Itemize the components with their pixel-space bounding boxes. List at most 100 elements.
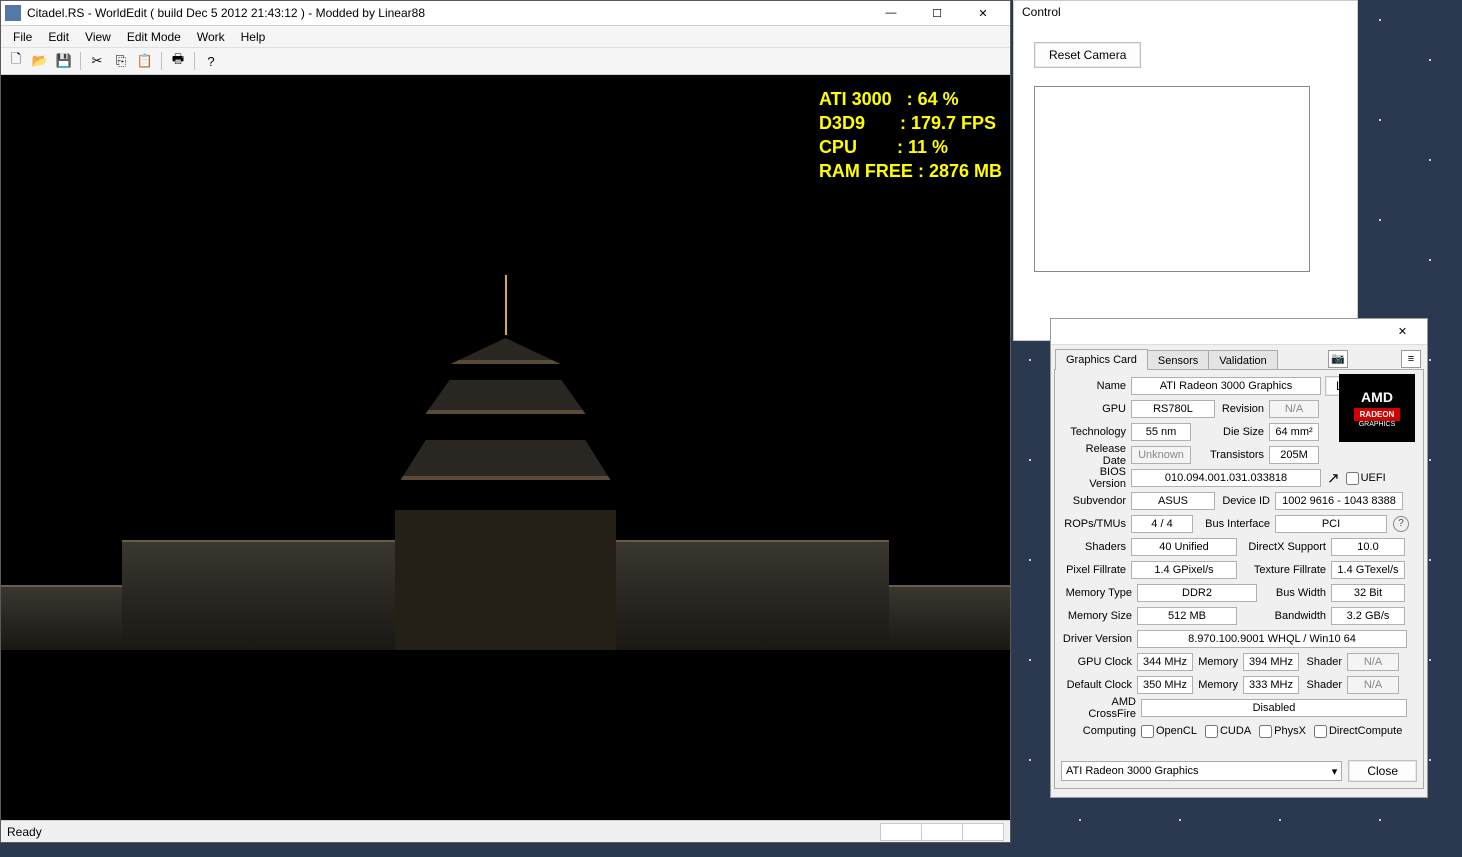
building	[268, 540, 415, 650]
tab-validation[interactable]: Validation	[1208, 350, 1278, 371]
tab-graphics-card[interactable]: Graphics Card	[1055, 349, 1148, 370]
label-bus-interface: Bus Interface	[1193, 518, 1275, 530]
field-memory-clock: 394 MHz	[1243, 653, 1299, 671]
field-device-id: 1002 9616 - 1043 8388	[1275, 492, 1403, 510]
help-icon[interactable]: ?	[1393, 516, 1409, 532]
opencl-checkbox[interactable]: OpenCL	[1141, 725, 1197, 738]
pagoda	[415, 330, 596, 650]
label-memory-type: Memory Type	[1061, 587, 1137, 599]
field-pixel-fillrate: 1.4 GPixel/s	[1131, 561, 1237, 579]
field-texture-fillrate: 1.4 GTexel/s	[1331, 561, 1405, 579]
field-revision: N/A	[1269, 400, 1319, 418]
field-rops: 4 / 4	[1131, 515, 1193, 533]
cut-icon[interactable]: ✂	[86, 50, 108, 72]
reset-camera-button[interactable]: Reset Camera	[1034, 42, 1141, 68]
field-default-shader: N/A	[1347, 676, 1399, 694]
field-shaders: 40 Unified	[1131, 538, 1237, 556]
open-icon[interactable]: 📂	[29, 50, 51, 72]
close-button[interactable]: ✕	[1380, 322, 1425, 342]
field-bandwidth: 3.2 GB/s	[1331, 607, 1405, 625]
label-rops: ROPs/TMUs	[1061, 518, 1131, 530]
control-canvas[interactable]	[1034, 86, 1310, 272]
label-texture-fillrate: Texture Fillrate	[1237, 564, 1331, 576]
field-directx: 10.0	[1331, 538, 1405, 556]
field-shader-clock: N/A	[1347, 653, 1399, 671]
gpu-selector[interactable]: ATI Radeon 3000 Graphics▾	[1061, 761, 1342, 781]
label-device-id: Device ID	[1215, 495, 1275, 507]
hamburger-icon[interactable]: ≡	[1401, 350, 1421, 368]
separator	[194, 52, 195, 70]
print-icon[interactable]: 🖶	[167, 50, 189, 72]
paste-icon[interactable]: 📋	[134, 50, 156, 72]
menu-help[interactable]: Help	[233, 28, 274, 46]
chevron-down-icon: ▾	[1332, 765, 1338, 778]
viewport-3d[interactable]: ATI 3000 : 64 % D3D9 : 179.7 FPS CPU : 1…	[1, 75, 1010, 820]
status-pane	[962, 823, 1004, 841]
label-release-date: Release Date	[1061, 443, 1131, 467]
status-bar: Ready	[1, 820, 1010, 842]
label-revision: Revision	[1215, 403, 1269, 415]
separator	[80, 52, 81, 70]
camera-icon[interactable]: 📷	[1328, 350, 1348, 368]
label-default-memory: Memory	[1193, 679, 1243, 691]
label-driver-version: Driver Version	[1061, 633, 1137, 645]
scene-geometry	[1, 310, 1010, 650]
label-shaders: Shaders	[1061, 541, 1131, 553]
new-icon[interactable]: 🗋	[5, 50, 27, 72]
field-bus-interface: PCI	[1275, 515, 1387, 533]
label-default-clock: Default Clock	[1061, 679, 1137, 691]
save-icon[interactable]: 💾	[53, 50, 75, 72]
building	[889, 585, 1010, 650]
uefi-checkbox[interactable]: UEFI	[1346, 472, 1386, 485]
app-icon	[5, 5, 21, 21]
gpuz-titlebar[interactable]: ✕	[1051, 319, 1427, 345]
menu-work[interactable]: Work	[189, 28, 233, 46]
menu-bar: File Edit View Edit Mode Work Help	[1, 26, 1010, 47]
building	[743, 540, 890, 650]
status-pane	[921, 823, 963, 841]
building	[596, 540, 743, 650]
field-bios: 010.094.001.031.033818	[1131, 469, 1321, 487]
label-memory-clock: Memory	[1193, 656, 1243, 668]
control-title[interactable]: Control	[1014, 1, 1357, 26]
worldedit-window: Citadel.RS - WorldEdit ( build Dec 5 201…	[0, 0, 1011, 843]
help-icon[interactable]: ?	[200, 50, 222, 72]
label-directx: DirectX Support	[1237, 541, 1331, 553]
gpuz-body: AMD RADEON GRAPHICS Name ATI Radeon 3000…	[1054, 369, 1424, 789]
close-button[interactable]: Close	[1348, 760, 1417, 782]
tab-sensors[interactable]: Sensors	[1147, 350, 1209, 371]
maximize-button[interactable]: ☐	[914, 2, 960, 24]
label-bus-width: Bus Width	[1257, 587, 1331, 599]
menu-view[interactable]: View	[77, 28, 119, 46]
field-memory-type: DDR2	[1137, 584, 1257, 602]
label-name: Name	[1061, 380, 1131, 392]
copy-icon[interactable]: ⎘	[110, 50, 132, 72]
menu-file[interactable]: File	[5, 28, 40, 46]
worldedit-titlebar[interactable]: Citadel.RS - WorldEdit ( build Dec 5 201…	[1, 1, 1010, 26]
separator	[161, 52, 162, 70]
label-bandwidth: Bandwidth	[1237, 610, 1331, 622]
field-default-memory: 333 MHz	[1243, 676, 1299, 694]
label-subvendor: Subvendor	[1061, 495, 1131, 507]
toolbar: 🗋 📂 💾 ✂ ⎘ 📋 🖶 ?	[1, 47, 1010, 75]
physx-checkbox[interactable]: PhysX	[1259, 725, 1306, 738]
minimize-button[interactable]: —	[868, 2, 914, 24]
gpuz-tabs: Graphics Card Sensors Validation 📷 ≡	[1051, 345, 1427, 369]
menu-edit-mode[interactable]: Edit Mode	[119, 28, 189, 46]
building	[1, 585, 122, 650]
amd-logo: AMD RADEON GRAPHICS	[1339, 374, 1415, 442]
label-transistors: Transistors	[1191, 449, 1269, 461]
label-gpu-clock: GPU Clock	[1061, 656, 1137, 668]
share-icon[interactable]: ↗	[1327, 469, 1340, 487]
directcompute-checkbox[interactable]: DirectCompute	[1314, 725, 1402, 738]
label-die-size: Die Size	[1191, 426, 1269, 438]
field-memory-size: 512 MB	[1137, 607, 1237, 625]
field-default-clock: 350 MHz	[1137, 676, 1193, 694]
perf-overlay: ATI 3000 : 64 % D3D9 : 179.7 FPS CPU : 1…	[819, 87, 1002, 183]
menu-edit[interactable]: Edit	[40, 28, 77, 46]
label-technology: Technology	[1061, 426, 1131, 438]
close-button[interactable]: ✕	[960, 2, 1006, 24]
label-pixel-fillrate: Pixel Fillrate	[1061, 564, 1131, 576]
building	[122, 540, 269, 650]
cuda-checkbox[interactable]: CUDA	[1205, 725, 1251, 738]
